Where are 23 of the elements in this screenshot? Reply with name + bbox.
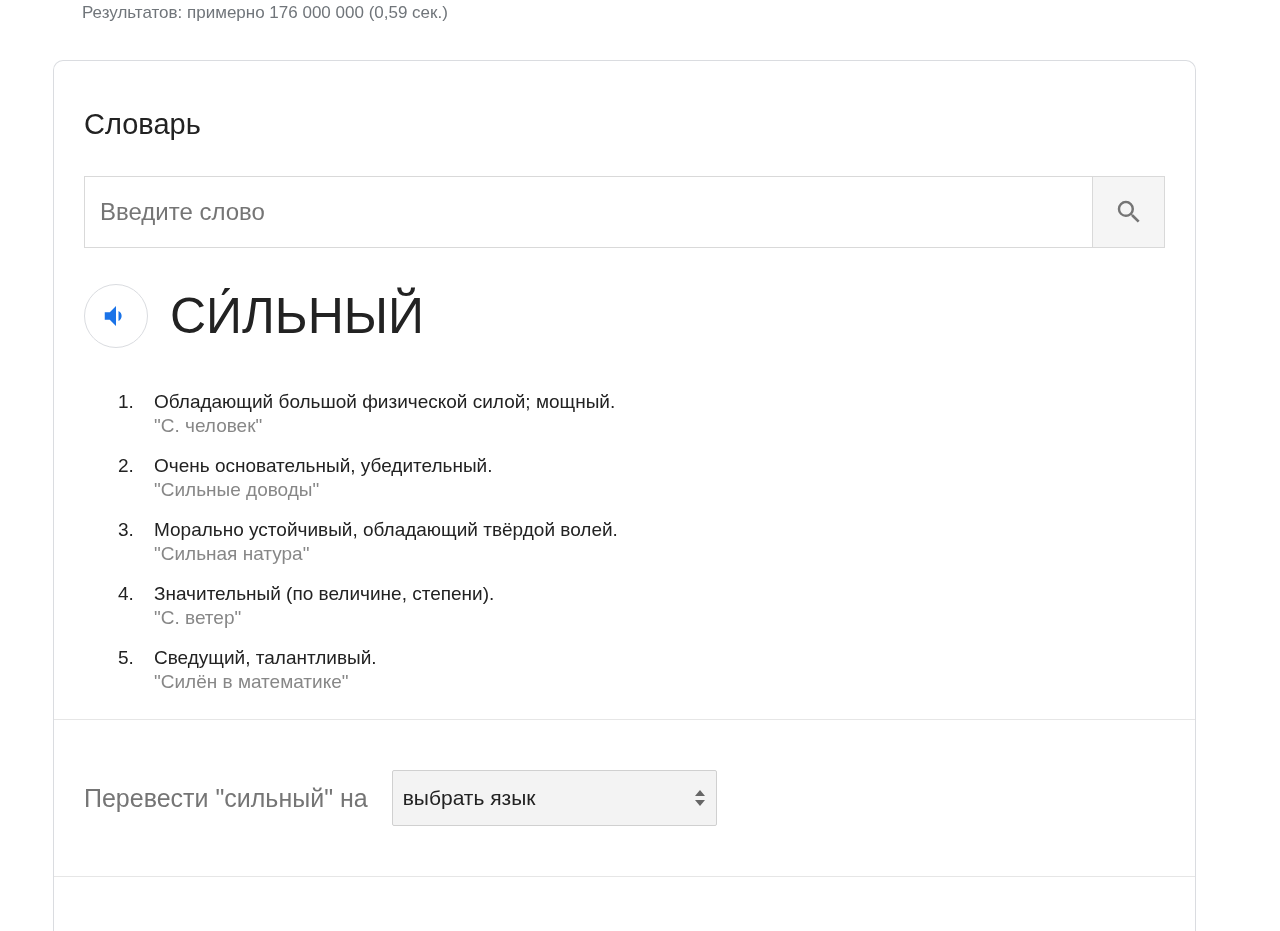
definition-number: 2. xyxy=(118,454,135,478)
usage-example: "Силён в математике" xyxy=(154,671,350,693)
headword: СИ́ЛЬНЫЙ xyxy=(170,286,424,346)
definition-text: Значительный (по величине, степени). xyxy=(154,582,495,606)
updown-caret-icon xyxy=(693,788,706,808)
definition-number: 4. xyxy=(118,582,135,606)
definition-number: 3. xyxy=(118,518,135,542)
definition-text: Обладающий большой физической силой; мощный. xyxy=(154,390,616,414)
definition-text: Морально устойчивый, обладающий твёрдой волей. xyxy=(154,518,618,542)
translate-label: Перевести "сильный" на xyxy=(84,783,368,813)
definition-text: Сведущий, талантливый. xyxy=(154,646,377,670)
search-button[interactable] xyxy=(1092,176,1165,248)
language-select[interactable]: выбрать язык xyxy=(391,770,717,826)
card-title: Словарь xyxy=(84,107,202,142)
result-stats: Результатов: примерно 176 000 000 (0,59 сек.) xyxy=(81,2,449,24)
usage-example: "С. ветер" xyxy=(154,607,243,629)
usage-example: "Сильная натура" xyxy=(154,543,311,565)
definition-number: 5. xyxy=(118,646,135,670)
search-field[interactable]: Введите слово xyxy=(84,176,1092,248)
definition-number: 1. xyxy=(118,390,135,414)
definition-text: Очень основательный, убедительный. xyxy=(154,454,493,478)
usage-example: "С. человек" xyxy=(154,415,264,437)
usage-example: "Сильные доводы" xyxy=(154,479,321,501)
